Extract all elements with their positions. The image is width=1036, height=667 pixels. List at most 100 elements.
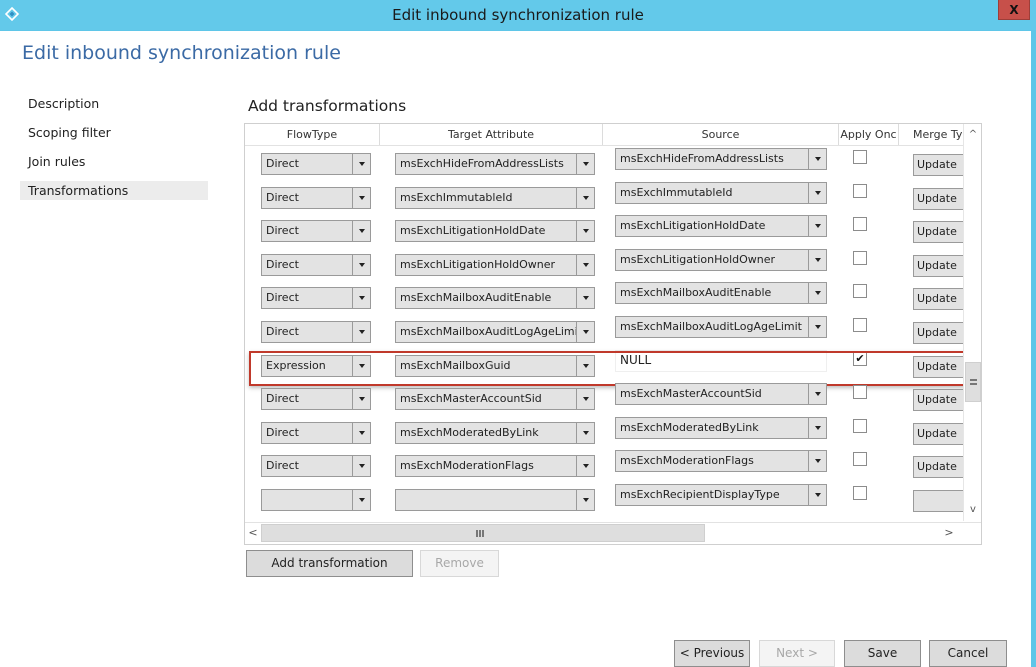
- scroll-down-icon[interactable]: v: [964, 501, 981, 519]
- dropdown-arrow-icon[interactable]: [576, 422, 594, 443]
- apply-once-checkbox[interactable]: [853, 418, 867, 433]
- flowtype-dropdown[interactable]: Direct: [261, 455, 371, 478]
- apply-once-checkbox[interactable]: [853, 217, 867, 232]
- apply-once-checkbox[interactable]: [853, 150, 867, 164]
- merge-type-dropdown[interactable]: Update: [913, 456, 963, 479]
- dropdown-arrow-icon[interactable]: [808, 216, 826, 237]
- table-row[interactable]: msExchRecipientDisplayType: [245, 483, 963, 517]
- nav-item-description[interactable]: Description: [20, 94, 208, 123]
- dropdown-arrow-icon[interactable]: [352, 187, 370, 208]
- apply-once-checkbox[interactable]: [853, 250, 867, 265]
- dropdown-arrow-icon[interactable]: [576, 288, 594, 309]
- flowtype-dropdown[interactable]: Direct: [261, 153, 371, 175]
- table-row[interactable]: Direct msExchMailboxAuditLogAgeLimit msExc…: [245, 315, 963, 349]
- dropdown-arrow-icon[interactable]: [808, 283, 826, 304]
- merge-type-dropdown[interactable]: Update: [913, 221, 963, 244]
- table-row[interactable]: Direct msExchImmutableId msExchImmutableId…: [245, 181, 963, 215]
- dropdown-arrow-icon[interactable]: [808, 384, 826, 405]
- source-dropdown[interactable]: msExchModerationFlags: [615, 450, 827, 473]
- merge-type-dropdown[interactable]: Update: [913, 355, 963, 378]
- apply-once-checkbox[interactable]: [853, 317, 867, 332]
- apply-once-checkbox[interactable]: [853, 485, 867, 500]
- dropdown-arrow-icon[interactable]: [808, 149, 826, 169]
- target-attribute-dropdown[interactable]: msExchMailboxGuid: [395, 354, 595, 377]
- dropdown-arrow-icon[interactable]: [808, 417, 826, 438]
- target-attribute-dropdown[interactable]: [395, 488, 595, 511]
- target-attribute-dropdown[interactable]: msExchHideFromAddressLists: [395, 153, 595, 175]
- close-button[interactable]: X: [998, 0, 1030, 20]
- apply-once-checkbox[interactable]: [853, 183, 867, 198]
- nav-item-scoping-filter[interactable]: Scoping filter: [20, 123, 208, 152]
- target-attribute-dropdown[interactable]: msExchMailboxAuditLogAgeLimit: [395, 320, 595, 343]
- dropdown-arrow-icon[interactable]: [352, 221, 370, 242]
- source-dropdown[interactable]: msExchLitigationHoldOwner: [615, 248, 827, 271]
- target-attribute-dropdown[interactable]: msExchLitigationHoldDate: [395, 220, 595, 243]
- dropdown-arrow-icon[interactable]: [352, 389, 370, 410]
- source-dropdown[interactable]: msExchRecipientDisplayType: [615, 483, 827, 506]
- horizontal-scrollbar[interactable]: < >: [245, 522, 981, 544]
- merge-type-dropdown[interactable]: [913, 489, 963, 512]
- column-header-apply-once[interactable]: Apply Onc: [839, 124, 899, 145]
- table-row[interactable]: Direct msExchModerationFlags msExchModerat…: [245, 449, 963, 483]
- dropdown-arrow-icon[interactable]: [352, 456, 370, 477]
- source-dropdown[interactable]: msExchImmutableId: [615, 181, 827, 204]
- merge-type-dropdown[interactable]: Update: [913, 187, 963, 210]
- merge-type-dropdown[interactable]: Update: [913, 389, 963, 412]
- column-header-target-attribute[interactable]: Target Attribute: [380, 124, 603, 145]
- source-dropdown[interactable]: msExchModeratedByLink: [615, 416, 827, 439]
- dropdown-arrow-icon[interactable]: [576, 489, 594, 510]
- target-attribute-dropdown[interactable]: msExchImmutableId: [395, 186, 595, 209]
- table-row[interactable]: Direct msExchLitigationHoldOwner msExchLit…: [245, 248, 963, 282]
- target-attribute-dropdown[interactable]: msExchMasterAccountSid: [395, 388, 595, 411]
- flowtype-dropdown[interactable]: [261, 488, 371, 511]
- dropdown-arrow-icon[interactable]: [808, 249, 826, 270]
- target-attribute-dropdown[interactable]: msExchLitigationHoldOwner: [395, 253, 595, 276]
- save-button[interactable]: Save: [844, 640, 921, 667]
- apply-once-checkbox[interactable]: [853, 385, 867, 400]
- source-dropdown[interactable]: msExchLitigationHoldDate: [615, 215, 827, 238]
- target-attribute-dropdown[interactable]: msExchMailboxAuditEnable: [395, 287, 595, 310]
- dropdown-arrow-icon[interactable]: [352, 321, 370, 342]
- dropdown-arrow-icon[interactable]: [352, 254, 370, 275]
- flowtype-dropdown[interactable]: Direct: [261, 253, 371, 276]
- flowtype-dropdown[interactable]: Direct: [261, 220, 371, 243]
- flowtype-dropdown[interactable]: Direct: [261, 388, 371, 411]
- dropdown-arrow-icon[interactable]: [352, 422, 370, 443]
- flowtype-dropdown[interactable]: Direct: [261, 287, 371, 310]
- dropdown-arrow-icon[interactable]: [352, 288, 370, 309]
- flowtype-dropdown[interactable]: Direct: [261, 421, 371, 444]
- dropdown-arrow-icon[interactable]: [576, 456, 594, 477]
- merge-type-dropdown[interactable]: Update: [913, 288, 963, 311]
- scroll-left-icon[interactable]: <: [245, 523, 261, 543]
- nav-item-join-rules[interactable]: Join rules: [20, 152, 208, 181]
- table-row[interactable]: Direct msExchMailboxAuditEnable msExchMail…: [245, 281, 963, 315]
- dropdown-arrow-icon[interactable]: [808, 451, 826, 472]
- flowtype-dropdown[interactable]: Direct: [261, 320, 371, 343]
- nav-item-transformations[interactable]: Transformations: [20, 181, 208, 200]
- apply-once-checkbox[interactable]: ✔: [853, 351, 867, 366]
- dropdown-arrow-icon[interactable]: [576, 355, 594, 376]
- merge-type-dropdown[interactable]: Update: [913, 422, 963, 445]
- source-dropdown[interactable]: msExchMailboxAuditEnable: [615, 282, 827, 305]
- dropdown-arrow-icon[interactable]: [576, 187, 594, 208]
- dropdown-arrow-icon[interactable]: [576, 321, 594, 342]
- dropdown-arrow-icon[interactable]: [352, 489, 370, 510]
- scroll-up-icon[interactable]: ^: [964, 126, 981, 144]
- dropdown-arrow-icon[interactable]: [576, 154, 594, 174]
- remove-button[interactable]: Remove: [420, 550, 499, 577]
- dropdown-arrow-icon[interactable]: [576, 221, 594, 242]
- column-header-source[interactable]: Source: [603, 124, 839, 145]
- dropdown-arrow-icon[interactable]: [808, 316, 826, 337]
- dropdown-arrow-icon[interactable]: [808, 182, 826, 203]
- apply-once-checkbox[interactable]: [853, 284, 867, 299]
- table-row[interactable]: Direct msExchMasterAccountSid msExchMaster…: [245, 382, 963, 416]
- cancel-button[interactable]: Cancel: [929, 640, 1007, 667]
- dropdown-arrow-icon[interactable]: [352, 355, 370, 376]
- table-row[interactable]: Direct msExchHideFromAddressLists msExchHi…: [245, 147, 963, 181]
- table-row[interactable]: Direct msExchModeratedByLink msExchModerat…: [245, 416, 963, 450]
- merge-type-dropdown[interactable]: Update: [913, 321, 963, 344]
- source-dropdown[interactable]: msExchHideFromAddressLists: [615, 148, 827, 170]
- vertical-scrollbar[interactable]: ^ v: [963, 124, 981, 521]
- vertical-scroll-thumb[interactable]: [965, 362, 981, 402]
- source-expression-input[interactable]: NULL: [615, 349, 827, 372]
